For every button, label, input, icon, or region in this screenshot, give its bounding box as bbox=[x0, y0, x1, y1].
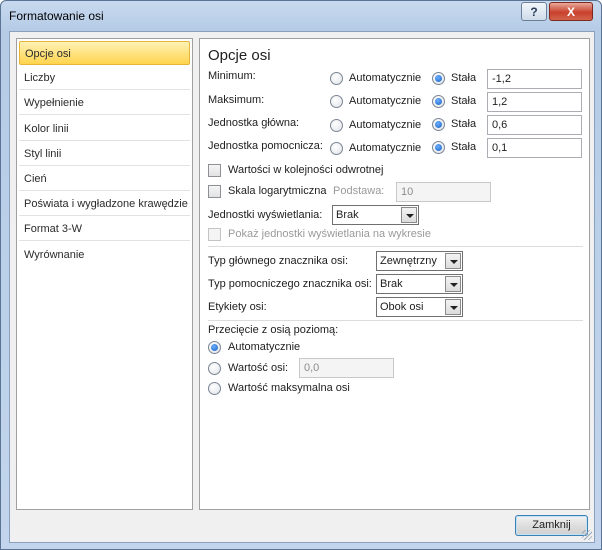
major-tick-label: Typ głównego znacznika osi: bbox=[208, 255, 349, 267]
minor-tick-select[interactable]: Brak bbox=[376, 274, 463, 294]
major-unit-auto-label: Automatycznie bbox=[349, 119, 422, 131]
log-scale-checkbox[interactable] bbox=[208, 185, 221, 198]
nav-item-axis-options[interactable]: Opcje osi bbox=[19, 41, 190, 65]
minimum-value-input[interactable]: -1,2 bbox=[487, 69, 582, 89]
maximum-fixed-label: Stała bbox=[451, 95, 477, 107]
help-icon: ? bbox=[530, 4, 538, 19]
axis-options-panel: Opcje osi Minimum: Automatycznie Stała -… bbox=[199, 38, 590, 510]
reverse-order-checkbox[interactable] bbox=[208, 164, 221, 177]
major-tick-value: Zewnętrzny bbox=[380, 255, 437, 267]
help-button[interactable]: ? bbox=[521, 2, 547, 21]
major-unit-fixed-label: Stała bbox=[451, 118, 477, 130]
chevron-down-icon bbox=[401, 207, 417, 223]
resize-grip[interactable] bbox=[582, 530, 592, 540]
dialog-window: Formatowanie osi ? X Opcje osi Liczby Wy… bbox=[0, 0, 602, 550]
crosses-value-input[interactable]: 0,0 bbox=[299, 358, 394, 378]
close-window-button[interactable]: X bbox=[549, 2, 593, 21]
minor-tick-label: Typ pomocniczego znacznika osi: bbox=[208, 278, 372, 290]
minor-unit-fixed-label: Stała bbox=[451, 141, 477, 153]
minor-unit-auto-label: Automatycznie bbox=[349, 142, 422, 154]
major-unit-fixed-radio[interactable] bbox=[432, 118, 445, 131]
axis-labels-value: Obok osi bbox=[380, 301, 424, 313]
crosses-max-label: Wartość maksymalna osi bbox=[228, 382, 350, 394]
crosses-auto-label: Automatycznie bbox=[228, 341, 301, 353]
major-unit-value-input[interactable]: 0,6 bbox=[487, 115, 582, 135]
reverse-order-label: Wartości w kolejności odwrotnej bbox=[228, 164, 384, 176]
minimum-auto-radio[interactable] bbox=[330, 72, 343, 85]
close-icon: X bbox=[566, 4, 575, 19]
window-title: Formatowanie osi bbox=[9, 9, 104, 23]
dialog-client: Opcje osi Liczby Wypełnienie Kolor linii… bbox=[9, 31, 595, 543]
divider bbox=[208, 246, 583, 247]
close-button[interactable]: Zamknij bbox=[515, 515, 588, 536]
crosses-heading: Przecięcie z osią poziomą: bbox=[208, 324, 339, 336]
minor-tick-value: Brak bbox=[380, 278, 403, 290]
title-bar[interactable]: Formatowanie osi ? X bbox=[1, 1, 601, 30]
chevron-down-icon bbox=[445, 299, 461, 315]
nav-item-line-color[interactable]: Kolor linii bbox=[19, 117, 190, 141]
nav-item-alignment[interactable]: Wyrównanie bbox=[19, 243, 190, 267]
major-unit-label: Jednostka główna: bbox=[208, 117, 300, 129]
category-list: Opcje osi Liczby Wypełnienie Kolor linii… bbox=[16, 38, 193, 510]
nav-item-glow-soft-edges[interactable]: Poświata i wygładzone krawędzie bbox=[19, 192, 190, 216]
crosses-max-radio[interactable] bbox=[208, 382, 221, 395]
nav-item-3d-format[interactable]: Format 3-W bbox=[19, 217, 190, 241]
maximum-value-input[interactable]: 1,2 bbox=[487, 92, 582, 112]
base-value-input[interactable]: 10 bbox=[396, 182, 491, 202]
nav-item-shadow[interactable]: Cień bbox=[19, 167, 190, 191]
minimum-fixed-label: Stała bbox=[451, 72, 477, 84]
crosses-value-radio[interactable] bbox=[208, 362, 221, 375]
axis-labels-select[interactable]: Obok osi bbox=[376, 297, 463, 317]
maximum-label: Maksimum: bbox=[208, 94, 265, 106]
nav-item-fill[interactable]: Wypełnienie bbox=[19, 91, 190, 115]
nav-item-number[interactable]: Liczby bbox=[19, 66, 190, 90]
display-units-select[interactable]: Brak bbox=[332, 205, 419, 225]
panel-heading: Opcje osi bbox=[208, 47, 271, 64]
minor-unit-auto-radio[interactable] bbox=[330, 142, 343, 155]
show-units-label: Pokaż jednostki wyświetlania na wykresie bbox=[228, 228, 431, 240]
divider bbox=[208, 320, 583, 321]
maximum-auto-label: Automatycznie bbox=[349, 95, 422, 107]
display-units-value: Brak bbox=[336, 209, 359, 221]
minor-unit-label: Jednostka pomocnicza: bbox=[208, 140, 323, 152]
axis-labels-label: Etykiety osi: bbox=[208, 301, 267, 313]
display-units-label: Jednostki wyświetlania: bbox=[208, 209, 323, 221]
major-unit-auto-radio[interactable] bbox=[330, 119, 343, 132]
minimum-auto-label: Automatycznie bbox=[349, 72, 422, 84]
minor-unit-value-input[interactable]: 0,1 bbox=[487, 138, 582, 158]
minor-unit-fixed-radio[interactable] bbox=[432, 141, 445, 154]
chevron-down-icon bbox=[445, 253, 461, 269]
crosses-value-label: Wartość osi: bbox=[228, 362, 289, 374]
maximum-fixed-radio[interactable] bbox=[432, 95, 445, 108]
nav-item-line-style[interactable]: Styl linii bbox=[19, 142, 190, 166]
minimum-label: Minimum: bbox=[208, 70, 256, 82]
major-tick-select[interactable]: Zewnętrzny bbox=[376, 251, 463, 271]
show-units-checkbox[interactable] bbox=[208, 228, 221, 241]
crosses-auto-radio[interactable] bbox=[208, 341, 221, 354]
log-scale-label: Skala logarytmiczna bbox=[228, 185, 327, 197]
minimum-fixed-radio[interactable] bbox=[432, 72, 445, 85]
chevron-down-icon bbox=[445, 276, 461, 292]
maximum-auto-radio[interactable] bbox=[330, 95, 343, 108]
base-label: Podstawa: bbox=[333, 185, 385, 197]
